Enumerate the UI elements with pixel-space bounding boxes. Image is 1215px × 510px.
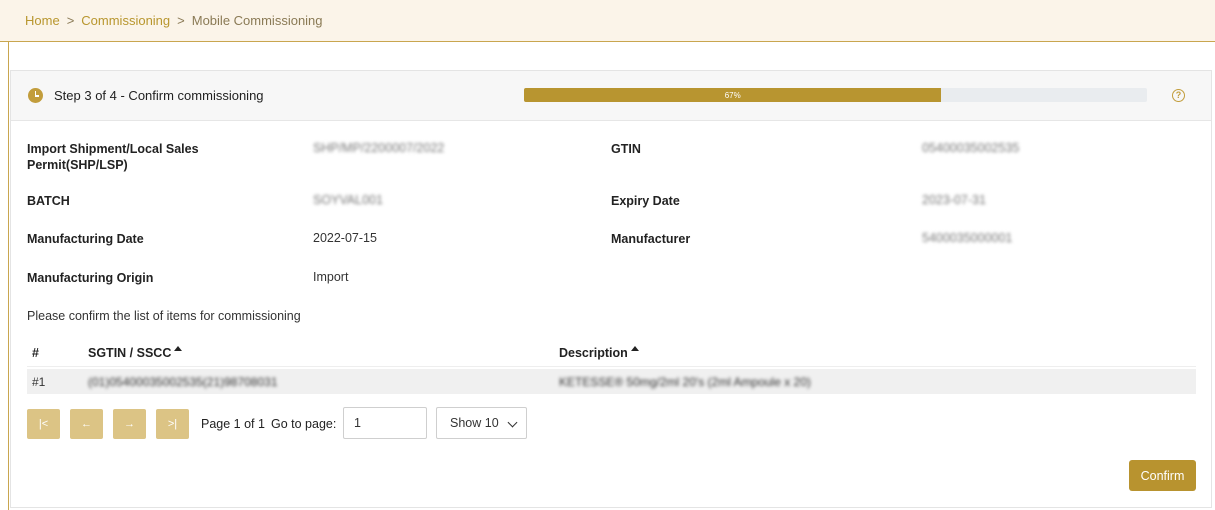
help-icon[interactable]: ?: [1172, 89, 1185, 102]
expiry-label: Expiry Date: [611, 194, 680, 208]
breadcrumb-home[interactable]: Home: [25, 13, 60, 28]
sort-up-icon[interactable]: [630, 346, 639, 351]
step-title: Step 3 of 4 - Confirm commissioning: [54, 88, 264, 103]
breadcrumb-commissioning[interactable]: Commissioning: [81, 13, 170, 28]
page-left-border: [8, 42, 9, 510]
permit-value: SHP/MP/2200007/2022: [313, 141, 445, 155]
next-page-button[interactable]: →: [113, 409, 146, 439]
goto-label: Go to page:: [271, 417, 337, 431]
column-description-label: Description: [559, 346, 628, 360]
expiry-value: 2023-07-31: [922, 193, 986, 207]
table-row: #1 (01)05400035002535(21)98708031 KETESS…: [27, 369, 1196, 394]
batch-label: BATCH: [27, 194, 70, 208]
table-header: # SGTIN / SSCC Description: [27, 339, 1196, 367]
gtin-label: GTIN: [611, 142, 641, 156]
commissioning-card: Step 3 of 4 - Confirm commissioning 67% …: [10, 70, 1212, 508]
row-description: KETESSE® 50mg/2ml 20's (2ml Ampoule x 20…: [559, 375, 811, 389]
last-page-button[interactable]: >|: [156, 409, 189, 439]
clock-icon: [28, 88, 43, 103]
first-page-button[interactable]: |<: [27, 409, 60, 439]
row-index: #1: [32, 375, 46, 389]
confirm-button[interactable]: Confirm: [1129, 460, 1196, 491]
column-sgtin[interactable]: SGTIN / SSCC: [88, 346, 183, 360]
column-index: #: [32, 346, 39, 360]
mfg-date-label: Manufacturing Date: [27, 232, 144, 246]
breadcrumb-separator: >: [177, 13, 185, 28]
breadcrumb-separator: >: [66, 13, 75, 28]
page-size-select[interactable]: Show 10: [436, 407, 527, 439]
progress-fill: 67%: [524, 88, 942, 102]
step-header: Step 3 of 4 - Confirm commissioning 67% …: [11, 71, 1211, 121]
column-description[interactable]: Description: [559, 346, 639, 360]
origin-value: Import: [313, 270, 349, 284]
chevron-down-icon: [507, 417, 518, 428]
row-sgtin: (01)05400035002535(21)98708031: [88, 375, 278, 389]
progress-bar: 67%: [524, 88, 1147, 102]
origin-label: Manufacturing Origin: [27, 271, 154, 285]
breadcrumb-mobile-commissioning: Mobile Commissioning: [191, 13, 323, 28]
manufacturer-value: 5400035000001: [922, 231, 1013, 245]
batch-value: SOYVAL001: [313, 193, 383, 207]
permit-label: Import Shipment/Local Sales Permit(SHP/L…: [27, 142, 199, 172]
mfg-date-value: 2022-07-15: [313, 231, 377, 245]
progress-label: 67%: [724, 90, 741, 100]
prev-page-button[interactable]: ←: [70, 409, 103, 439]
breadcrumb: Home > Commissioning > Mobile Commission…: [0, 0, 1215, 42]
goto-page-input[interactable]: [343, 407, 427, 439]
page-size-value: Show 10: [450, 416, 499, 430]
manufacturer-label: Manufacturer: [611, 232, 691, 246]
instruction-text: Please confirm the list of items for com…: [27, 309, 301, 323]
sort-up-icon[interactable]: [174, 346, 183, 351]
column-sgtin-label: SGTIN / SSCC: [88, 346, 172, 360]
page-info: Page 1 of 1: [201, 417, 265, 431]
gtin-value: 05400035002535: [922, 141, 1020, 155]
